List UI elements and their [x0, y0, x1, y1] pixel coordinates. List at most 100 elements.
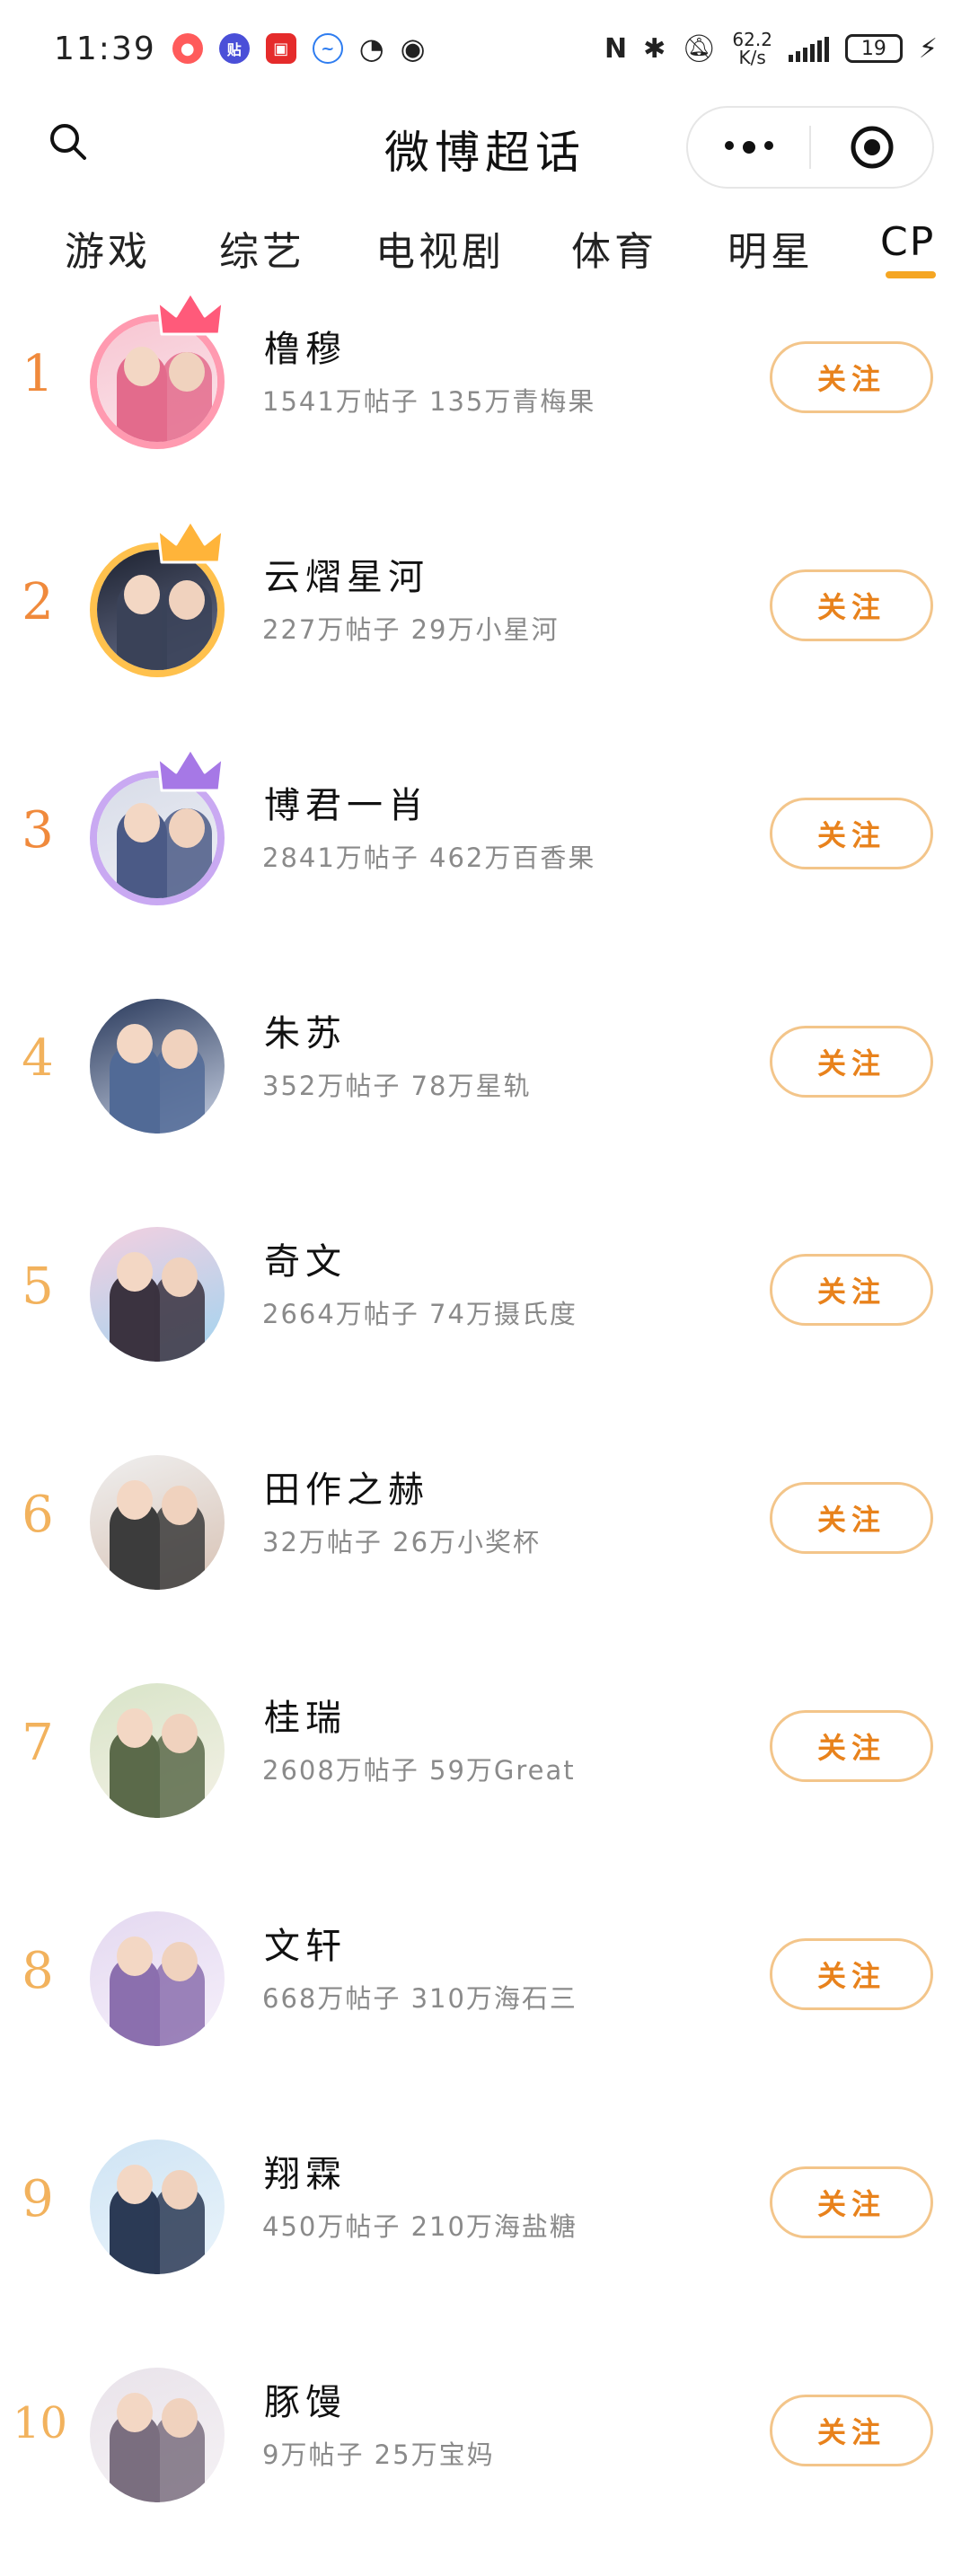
avatar-face-right: [162, 1486, 198, 1525]
cp-name: 博君一肖: [264, 785, 429, 826]
close-miniprogram-button[interactable]: [811, 108, 932, 187]
follow-button[interactable]: 关注: [770, 1482, 933, 1554]
eye-icon: ◉: [400, 31, 426, 66]
avatar-photo: [97, 778, 217, 898]
avatar[interactable]: [90, 1911, 225, 2046]
red-app-icon: ▣: [265, 33, 296, 64]
top-nav: 微博超话: [0, 97, 970, 205]
avatar-photo: [90, 1683, 225, 1818]
avatar[interactable]: [90, 2368, 225, 2502]
bluetooth-icon: ✱: [643, 32, 666, 65]
tab-cp[interactable]: CP: [880, 219, 935, 265]
avatar-face-left: [117, 1936, 153, 1976]
avatar-wrap: [90, 1227, 225, 1362]
search-button[interactable]: [40, 113, 97, 171]
follow-button[interactable]: 关注: [770, 2395, 933, 2466]
cp-name: 翔霖: [264, 2154, 347, 2195]
tab-games[interactable]: 游戏: [65, 219, 151, 277]
rank-number: 7: [22, 1714, 54, 1772]
avatar-face-left: [117, 2165, 153, 2204]
network-speed: 62.2 K/s: [732, 31, 772, 66]
avatar-wrap: [90, 1911, 225, 2046]
nfc-icon: N: [604, 32, 628, 65]
cp-stats: 1541万帖子 135万青梅果: [262, 386, 596, 417]
cp-name: 橹穆: [264, 329, 347, 370]
avatar-face-right: [169, 352, 205, 392]
tab-sports[interactable]: 体育: [571, 219, 657, 277]
avatar-face-right: [162, 2170, 198, 2210]
follow-button[interactable]: 关注: [770, 341, 933, 413]
avatar[interactable]: [90, 1227, 225, 1362]
avatar-photo: [90, 1455, 225, 1590]
target-close-icon: [851, 126, 893, 169]
cp-rank-list: 1 橹穆 1541万帖子 135万青梅果 关注 2 云熠星河 227万帖子 29…: [0, 291, 970, 2576]
rank-number: 3: [22, 801, 54, 860]
signal-icon: [788, 35, 829, 62]
avatar-face-left: [124, 803, 160, 842]
status-bar-left: 11:39 ● 贴 ▣ ~ ◔ ◉: [54, 31, 426, 67]
avatar-wrap: [90, 519, 225, 677]
cp-stats: 668万帖子 310万海石三: [262, 1983, 578, 2014]
more-icon: [724, 141, 773, 154]
avatar-wrap: [90, 999, 225, 1134]
avatar-face-right: [169, 580, 205, 620]
cp-stats: 450万帖子 210万海盐糖: [262, 2211, 578, 2242]
avatar[interactable]: [90, 999, 225, 1134]
rank-number: 2: [22, 573, 54, 631]
follow-button[interactable]: 关注: [770, 2166, 933, 2238]
tab-variety[interactable]: 综艺: [219, 219, 305, 277]
avatar-photo: [90, 1227, 225, 1362]
list-item[interactable]: 5 奇文 2664万帖子 74万摄氏度 关注: [0, 1207, 970, 1435]
charging-icon: ⚡︎: [918, 32, 938, 65]
follow-button[interactable]: 关注: [770, 569, 933, 641]
speedometer-icon: ◔: [358, 31, 384, 66]
follow-button[interactable]: 关注: [770, 1254, 933, 1326]
message-app-icon: ~: [312, 33, 343, 64]
cp-stats: 32万帖子 26万小奖杯: [262, 1527, 542, 1557]
cp-name: 田作之赫: [264, 1469, 429, 1511]
list-item[interactable]: 7 桂瑞 2608万帖子 59万Great 关注: [0, 1663, 970, 1892]
follow-button[interactable]: 关注: [770, 1938, 933, 2010]
list-item[interactable]: 9 翔霖 450万帖子 210万海盐糖 关注: [0, 2120, 970, 2348]
category-tabs: 游戏 综艺 电视剧 体育 明星 CP: [0, 212, 970, 293]
avatar-face-left: [117, 1024, 153, 1063]
rank-number: 9: [22, 2170, 54, 2228]
follow-button[interactable]: 关注: [770, 1710, 933, 1782]
list-item[interactable]: 6 田作之赫 32万帖子 26万小奖杯 关注: [0, 1435, 970, 1663]
battery-level: 19: [860, 37, 886, 60]
tieba-icon: 贴: [218, 33, 250, 64]
cp-stats: 2664万帖子 74万摄氏度: [262, 1299, 578, 1329]
rank-number: 5: [22, 1257, 54, 1316]
list-item[interactable]: 2 云熠星河 227万帖子 29万小星河 关注: [0, 519, 970, 751]
cp-name: 云熠星河: [264, 557, 429, 598]
status-bar: 11:39 ● 贴 ▣ ~ ◔ ◉ N ✱ 🔕︎ 62.2 K/s 19 ⚡︎: [0, 0, 970, 97]
battery-icon: 19: [844, 34, 903, 63]
list-item[interactable]: 4 朱苏 352万帖子 78万星轨 关注: [0, 979, 970, 1207]
avatar-photo: [97, 322, 217, 442]
avatar-face-left: [117, 1480, 153, 1520]
avatar[interactable]: [90, 1683, 225, 1818]
list-item[interactable]: 8 文轩 668万帖子 310万海石三 关注: [0, 1892, 970, 2120]
avatar-face-right: [162, 2398, 198, 2438]
rank-number: 8: [22, 1942, 54, 2000]
follow-button[interactable]: 关注: [770, 798, 933, 869]
avatar-face-right: [162, 1714, 198, 1753]
cp-stats: 2841万帖子 462万百香果: [262, 842, 596, 873]
tab-stars[interactable]: 明星: [728, 219, 814, 277]
list-item[interactable]: 3 博君一肖 2841万帖子 462万百香果 关注: [0, 747, 970, 979]
cp-name: 桂瑞: [264, 1698, 347, 1739]
avatar-photo: [90, 2139, 225, 2274]
list-item[interactable]: 10 豚馒 9万帖子 25万宝妈 关注: [0, 2348, 970, 2576]
rank-number: 6: [22, 1486, 54, 1544]
avatar[interactable]: [90, 2139, 225, 2274]
list-item[interactable]: 1 橹穆 1541万帖子 135万青梅果 关注: [0, 291, 970, 523]
avatar-face-left: [117, 1252, 153, 1292]
miniprogram-capsule: [686, 106, 934, 189]
avatar[interactable]: [90, 1455, 225, 1590]
tab-tv-series[interactable]: 电视剧: [375, 219, 505, 277]
more-button[interactable]: [688, 108, 809, 187]
crown-icon: [156, 291, 225, 336]
avatar-face-right: [162, 1942, 198, 1981]
follow-button[interactable]: 关注: [770, 1026, 933, 1098]
mute-bell-icon: 🔕︎: [682, 32, 717, 65]
